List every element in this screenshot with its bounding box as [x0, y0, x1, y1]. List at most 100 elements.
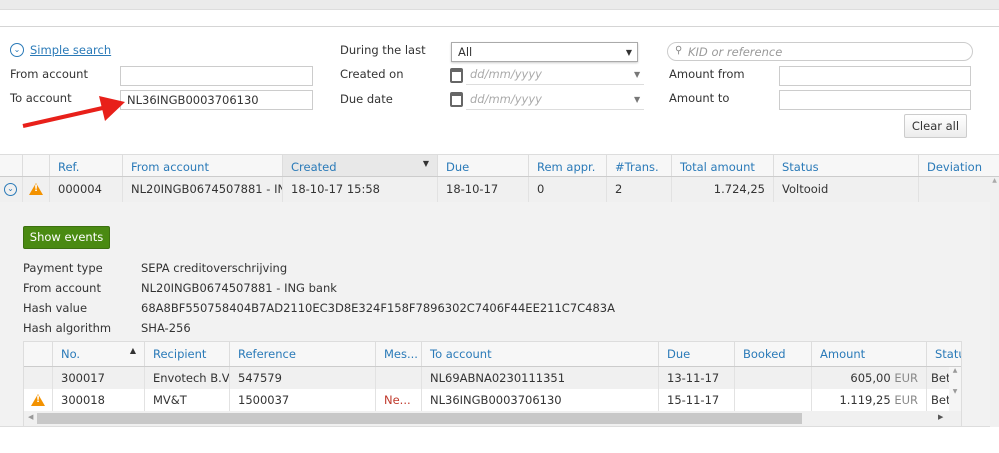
- cell-due: 13-11-17: [658, 367, 734, 389]
- col-trans[interactable]: #Trans.: [606, 155, 671, 176]
- cell-total: 1.724,25: [671, 177, 773, 202]
- warning-icon: [31, 394, 45, 406]
- col-status[interactable]: Status: [773, 155, 918, 176]
- search-icon: ⚲: [675, 45, 683, 56]
- col-ref[interactable]: Ref.: [49, 155, 122, 176]
- cell-due: 18-10-17: [437, 177, 528, 202]
- from-account-detail-label: From account: [23, 281, 101, 295]
- top-band: [0, 0, 999, 10]
- from-account-label: From account: [10, 67, 88, 81]
- calendar-icon[interactable]: [450, 92, 463, 107]
- vertical-scrollbar[interactable]: ▲: [990, 177, 999, 427]
- col-message[interactable]: Mes...: [375, 342, 421, 366]
- simple-search-link[interactable]: Simple search: [30, 43, 111, 57]
- currency: EUR: [894, 393, 918, 407]
- warning-icon: [29, 183, 43, 195]
- table-row[interactable]: ⌄ 000004 NL20INGB0674507881 - IN... 18-1…: [0, 177, 990, 202]
- cell-due: 15-11-17: [658, 389, 734, 411]
- amount-to-input[interactable]: [779, 90, 971, 110]
- hash-algorithm-value: SHA-256: [141, 321, 191, 335]
- cell-status: Voltooid: [773, 177, 918, 202]
- during-label: During the last: [340, 43, 426, 57]
- col-created[interactable]: Created ▼: [282, 155, 437, 176]
- subtable-header: No. ▲ Recipient Reference Mes... To accou…: [24, 342, 961, 367]
- warning-cell: [24, 389, 52, 411]
- col-due[interactable]: Due: [437, 155, 528, 176]
- hash-algorithm-label: Hash algorithm: [23, 321, 112, 335]
- during-value: All: [458, 45, 473, 59]
- horizontal-scrollbar[interactable]: ◀ ▶: [24, 411, 961, 426]
- cell-no: 300017: [52, 367, 144, 389]
- scroll-right-icon[interactable]: ▶: [938, 413, 943, 421]
- col-recipient[interactable]: Recipient: [144, 342, 229, 366]
- kid-placeholder: KID or reference: [688, 45, 783, 59]
- cell-deviation: [918, 177, 990, 202]
- cell-to-account: NL69ABNA0230111351: [421, 367, 658, 389]
- warning-cell: [22, 177, 49, 202]
- transactions-table: No. ▲ Recipient Reference Mes... To accou…: [23, 341, 962, 427]
- cell-reference: 1500037: [229, 389, 375, 411]
- scrollbar-thumb[interactable]: [37, 413, 802, 424]
- cell-status: Bet: [926, 367, 949, 389]
- cell-status: Bet: [926, 389, 949, 411]
- kid-search-input[interactable]: ⚲ KID or reference: [667, 42, 973, 61]
- cell-amount: 1.119,25 EUR: [811, 389, 926, 411]
- dropdown-arrow-icon[interactable]: ▼: [634, 95, 640, 104]
- cell-rem: 0: [528, 177, 606, 202]
- col-due[interactable]: Due: [658, 342, 734, 366]
- col-amount[interactable]: Amount: [811, 342, 926, 366]
- cell-recipient: Envotech B.V.: [144, 367, 229, 389]
- col-booked[interactable]: Booked: [734, 342, 811, 366]
- table-header: Ref. From account Created ▼ Due Rem appr.…: [0, 154, 999, 177]
- hash-value-label: Hash value: [23, 301, 88, 315]
- cell-no: 300018: [52, 389, 144, 411]
- amount-value: 1.119,25: [839, 393, 891, 407]
- to-account-input[interactable]: NL36INGB0003706130: [120, 90, 313, 110]
- table-row[interactable]: 300017 Envotech B.V. 547579 NL69ABNA0230…: [24, 367, 949, 389]
- due-label: Due date: [340, 92, 393, 106]
- currency: EUR: [894, 371, 918, 385]
- col-created-label: Created: [291, 160, 337, 174]
- during-select[interactable]: All ▼: [451, 42, 638, 62]
- cell-booked: [734, 367, 811, 389]
- subtable-vertical-scrollbar[interactable]: ▲ ▼: [949, 367, 961, 411]
- cell-message: Ne...: [375, 389, 421, 411]
- chevron-down-icon[interactable]: ⌄: [10, 43, 24, 57]
- from-account-input[interactable]: [120, 66, 313, 86]
- col-from-account[interactable]: From account: [122, 155, 282, 176]
- due-date-input[interactable]: dd/mm/yyyy: [466, 90, 644, 110]
- collapse-icon[interactable]: ⌄: [4, 183, 17, 196]
- clear-all-button[interactable]: Clear all: [904, 114, 967, 138]
- col-to-account[interactable]: To account: [421, 342, 658, 366]
- dropdown-arrow-icon: ▼: [625, 48, 632, 57]
- col-reference[interactable]: Reference: [229, 342, 375, 366]
- created-date-input[interactable]: dd/mm/yyyy: [466, 65, 644, 85]
- col-status[interactable]: Status: [926, 342, 961, 366]
- scroll-left-icon[interactable]: ◀: [28, 413, 33, 421]
- show-events-button[interactable]: Show events: [23, 226, 110, 249]
- cell-ref: 000004: [49, 177, 122, 202]
- from-account-detail-value: NL20INGB0674507881 - ING bank: [141, 281, 337, 295]
- cell-amount: 605,00 EUR: [811, 367, 926, 389]
- amount-from-label: Amount from: [669, 67, 745, 81]
- sort-asc-icon: ▲: [129, 346, 136, 355]
- dropdown-arrow-icon[interactable]: ▼: [634, 70, 640, 79]
- amount-from-input[interactable]: [779, 66, 971, 86]
- col-deviation[interactable]: Deviation: [918, 155, 999, 176]
- cell-created: 18-10-17 15:58: [282, 177, 437, 202]
- col-total-amount[interactable]: Total amount: [671, 155, 773, 176]
- cell-from: NL20INGB0674507881 - IN...: [122, 177, 282, 202]
- cell-reference: 547579: [229, 367, 375, 389]
- red-arrow-annotation: [22, 96, 125, 128]
- payment-type-value: SEPA creditoverschrijving: [141, 261, 288, 275]
- col-rem-appr[interactable]: Rem appr.: [528, 155, 606, 176]
- divider: [0, 26, 999, 27]
- table-row[interactable]: 300018 MV&T 1500037 Ne... NL36INGB000370…: [24, 389, 949, 411]
- cell-booked: [734, 389, 811, 411]
- cell-recipient: MV&T: [144, 389, 229, 411]
- col-no[interactable]: No. ▲: [52, 342, 144, 366]
- col-warning: [22, 155, 49, 176]
- amount-value: 605,00: [850, 371, 891, 385]
- calendar-icon[interactable]: [450, 68, 463, 83]
- cell-message: [375, 367, 421, 389]
